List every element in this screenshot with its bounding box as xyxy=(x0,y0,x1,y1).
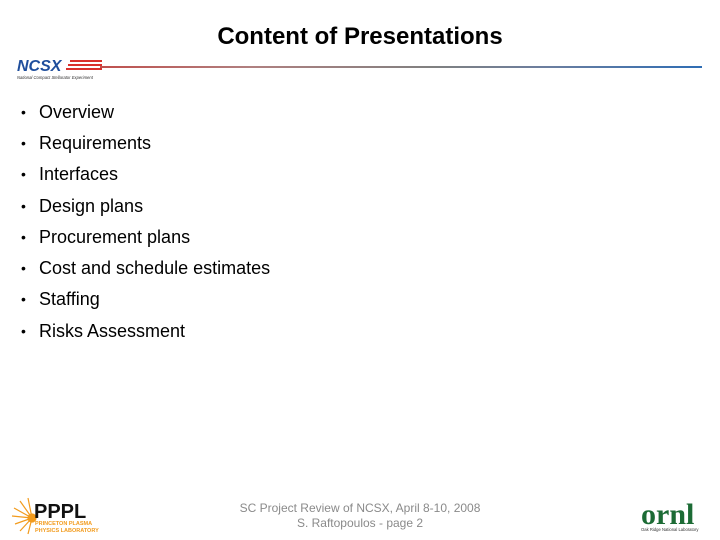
bullet-text: Procurement plans xyxy=(39,226,191,247)
bullet-text: Interfaces xyxy=(39,164,119,185)
bullet-item: • Interfaces xyxy=(21,159,270,190)
bullet-icon: • xyxy=(21,166,26,183)
bullet-icon: • xyxy=(21,197,26,214)
ornl-logo: ornl Oak Ridge National Laboratory xyxy=(641,498,699,532)
bullet-item: • Procurement plans xyxy=(21,221,270,252)
footer: SC Project Review of NCSX, April 8-10, 2… xyxy=(0,501,720,531)
bullet-item: • Requirements xyxy=(21,127,270,158)
bullet-item: • Staffing xyxy=(21,284,270,315)
bullet-text: Cost and schedule estimates xyxy=(39,258,271,279)
bullet-icon: • xyxy=(21,228,26,245)
bullet-icon: • xyxy=(21,103,26,120)
bullet-item: • Overview xyxy=(21,96,270,127)
ncsx-subtitle: National Compact Stellarator Experiment xyxy=(17,75,94,80)
header-divider xyxy=(100,66,702,68)
bullet-text: Design plans xyxy=(39,195,144,216)
bullet-icon: • xyxy=(21,134,26,151)
bullet-item: • Cost and schedule estimates xyxy=(21,252,270,283)
ncsx-logo-text: NCSX xyxy=(17,58,63,75)
bullet-list: • Overview • Requirements • Interfaces • Des… xyxy=(21,96,270,346)
bullet-text: Risks Assessment xyxy=(39,320,186,341)
bullet-item: • Risks Assessment xyxy=(21,315,270,346)
footer-line1: SC Project Review of NCSX, April 8-10, 2… xyxy=(239,501,481,515)
bullet-icon: • xyxy=(21,291,26,308)
bullet-text: Overview xyxy=(39,101,115,122)
slide-title: Content of Presentations xyxy=(217,23,503,50)
ncsx-logo: NCSX National Compact Stellarator Experi… xyxy=(17,58,102,80)
footer-line2: S. Raftopoulos - page 2 xyxy=(296,516,424,530)
bullet-text: Requirements xyxy=(39,132,152,153)
bullet-text: Staffing xyxy=(39,289,100,310)
ornl-subtitle: Oak Ridge National Laboratory xyxy=(641,527,699,532)
bullet-item: • Design plans xyxy=(21,190,270,221)
bullet-icon: • xyxy=(21,260,26,277)
ncsx-stripes-icon xyxy=(66,60,102,70)
bullet-icon: • xyxy=(21,322,26,339)
